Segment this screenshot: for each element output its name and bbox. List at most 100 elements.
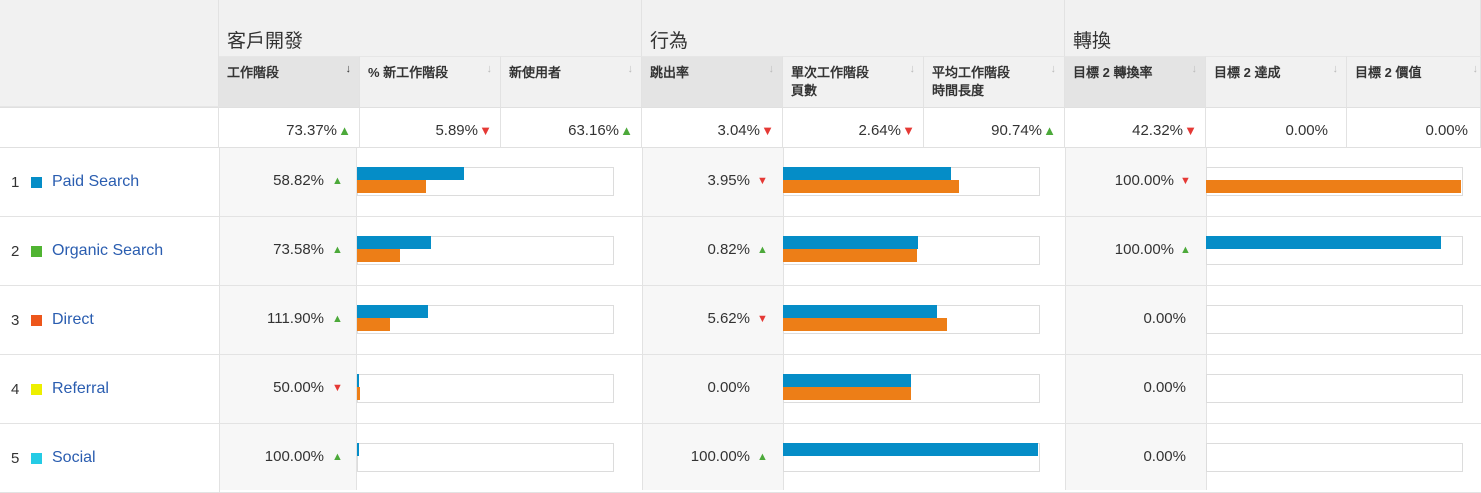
sort-arrow-icon[interactable]: ↓ [1473, 63, 1479, 75]
col-label: 新使用者 [509, 65, 562, 80]
table-row: 1 Paid Search 58.82% ▲ 3.95% ▼ 100.00% ▼ [0, 148, 1481, 217]
col-header-goal2-value[interactable]: 目標 2 價值 ↓ [1347, 56, 1481, 107]
bar-track [357, 443, 614, 472]
total-value: 2.64% [858, 122, 901, 139]
col-header-bounce-rate[interactable]: 跳出率 ↓ [642, 56, 783, 107]
bar-current [357, 443, 359, 456]
bounce-change: 100.00% [690, 448, 750, 465]
total-value: 3.04% [717, 122, 760, 139]
bar-current [357, 374, 359, 387]
row-channel-link[interactable]: Social [52, 449, 96, 467]
trend-arrow-icon: ▲ [1043, 123, 1056, 138]
table-row: 2 Organic Search 73.58% ▲ 0.82% ▲ 100.00% ▲ [0, 217, 1481, 286]
row-dimension-cell: 4 Referral [0, 355, 220, 424]
group-acquisition-label: 客戶開發 [227, 31, 304, 52]
group-behavior: 行為 [642, 0, 1065, 56]
trend-arrow-icon: ▼ [761, 123, 774, 138]
bar-previous [783, 387, 911, 400]
row-channel-link[interactable]: Organic Search [52, 242, 163, 260]
sort-arrow-icon[interactable]: ↓ [910, 63, 916, 75]
conv-change: 0.00% [1143, 379, 1186, 396]
row-index: 1 [11, 174, 20, 191]
row-index: 3 [11, 312, 20, 329]
sort-arrow-icon[interactable]: ↓ [628, 63, 634, 75]
row-channel-link[interactable]: Direct [52, 311, 94, 329]
conv-change: 0.00% [1143, 310, 1186, 327]
total-value: 5.89% [435, 122, 478, 139]
col-label: 目標 2 達成 [1214, 65, 1281, 80]
bar-current [783, 305, 937, 318]
total-pages-per-session: 2.64% ▼ [783, 107, 924, 148]
row-channel-link[interactable]: Referral [52, 380, 109, 398]
col-header-new-users[interactable]: 新使用者 ↓ [501, 56, 642, 107]
col-header-pages-per-session[interactable]: 單次工作階段 頁數 ↓ [783, 56, 924, 107]
trend-arrow-icon: ▼ [479, 123, 492, 138]
table-row: 3 Direct 111.90% ▲ 5.62% ▼ 0.00% [0, 286, 1481, 355]
total-sessions: 73.37% ▲ [219, 107, 360, 148]
sort-arrow-icon[interactable]: ↓ [1192, 63, 1198, 75]
col-label: 目標 2 轉換率 [1073, 65, 1153, 80]
col-header-goal2-completions[interactable]: 目標 2 達成 ↓ [1206, 56, 1347, 107]
total-bounce-rate: 3.04% ▼ [642, 107, 783, 148]
trend-arrow-icon: ▲ [338, 123, 351, 138]
total-value: 42.32% [1132, 122, 1183, 139]
row-index: 4 [11, 381, 20, 398]
bar-previous [783, 249, 917, 262]
col-header-sessions[interactable]: 工作階段 ↓ [219, 56, 360, 107]
sort-arrow-icon[interactable]: ↓ [1333, 63, 1339, 75]
trend-arrow-icon: ▼ [1184, 123, 1197, 138]
row-dimension-cell: 3 Direct [0, 286, 220, 355]
bar-previous [1206, 180, 1461, 193]
bar-track [1206, 305, 1463, 334]
sessions-change: 58.82% [273, 172, 324, 189]
trend-arrow-icon: ▲ [332, 313, 343, 325]
bar-current [783, 374, 911, 387]
sessions-change: 100.00% [264, 448, 324, 465]
bar-current [357, 167, 464, 180]
bar-previous [783, 318, 947, 331]
total-value: 0.00% [1285, 122, 1328, 139]
bar-current [783, 236, 918, 249]
series-swatch [31, 384, 42, 395]
sort-arrow-icon[interactable]: ↓ [1051, 63, 1057, 75]
col-header-new-sessions-pct[interactable]: % 新工作階段 ↓ [360, 56, 501, 107]
sessions-change: 73.58% [273, 241, 324, 258]
col-header-goal2-conv-rate[interactable]: 目標 2 轉換率 ↓ [1065, 56, 1206, 107]
trend-arrow-icon: ▼ [757, 313, 768, 325]
trend-arrow-icon: ▲ [332, 244, 343, 256]
trend-arrow-icon: ▲ [332, 175, 343, 187]
table-row: 5 Social 100.00% ▲ 100.00% ▲ 0.00% [0, 424, 1481, 493]
trend-arrow-icon: ▼ [1180, 175, 1191, 187]
bar-current [783, 167, 951, 180]
trend-arrow-icon: ▼ [902, 123, 915, 138]
table-row: 4 Referral 50.00% ▼ 0.00% 0.00% [0, 355, 1481, 424]
bar-current [357, 236, 431, 249]
col-header-avg-session-duration[interactable]: 平均工作階段 時間長度 ↓ [924, 56, 1065, 107]
sort-arrow-icon[interactable]: ↓ [487, 63, 493, 75]
bounce-change: 0.82% [707, 241, 750, 258]
col-label: 目標 2 價值 [1355, 65, 1422, 80]
bar-previous [357, 249, 400, 262]
total-new-sessions-pct: 5.89% ▼ [360, 107, 501, 148]
series-swatch [31, 246, 42, 257]
row-index: 5 [11, 450, 20, 467]
group-conversions-label: 轉換 [1073, 31, 1112, 52]
total-goal2-conv-rate: 42.32% ▼ [1065, 107, 1206, 148]
row-dimension-cell: 5 Social [0, 424, 220, 493]
row-channel-link[interactable]: Paid Search [52, 173, 139, 191]
series-swatch [31, 177, 42, 188]
bar-current [1206, 236, 1441, 249]
sort-arrow-icon[interactable]: ↓ [769, 63, 775, 75]
sessions-change: 111.90% [267, 310, 324, 327]
trend-arrow-icon: ▲ [757, 244, 768, 256]
total-value: 0.00% [1425, 122, 1468, 139]
row-dimension-cell: 1 Paid Search [0, 148, 220, 217]
bar-previous [357, 180, 426, 193]
col-label: 工作階段 [227, 65, 280, 80]
series-swatch [31, 453, 42, 464]
bar-track [1206, 374, 1463, 403]
row-index: 2 [11, 243, 20, 260]
sort-arrow-icon[interactable]: ↓ [346, 63, 352, 75]
conv-change: 100.00% [1114, 241, 1174, 258]
bar-track [357, 374, 614, 403]
